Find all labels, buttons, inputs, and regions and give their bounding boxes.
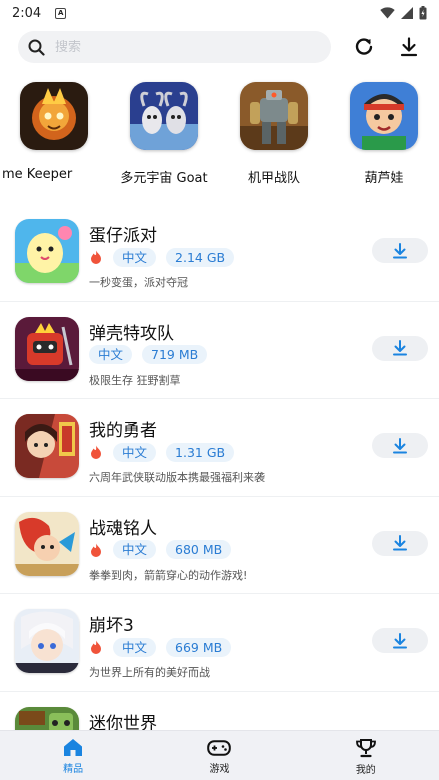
bottom-navigation: 精品 游戏 我的 (0, 730, 439, 780)
app-name: 战魂铭人 (89, 518, 157, 539)
home-icon (64, 739, 83, 756)
search-input[interactable] (55, 39, 295, 55)
download-manager-button[interactable] (394, 31, 425, 63)
mech-game-icon (240, 82, 308, 150)
featured-item-label: me Keeper (2, 167, 73, 182)
language-tag: 中文 (113, 540, 157, 559)
hero-game-icon (15, 414, 79, 478)
honkai-game-icon (15, 609, 79, 673)
download-button[interactable] (372, 433, 428, 458)
download-icon (393, 242, 407, 258)
download-icon (401, 37, 418, 57)
list-item[interactable]: 弹壳特攻队 中文 719 MB 极限生存 狂野割草 (0, 302, 439, 399)
featured-item[interactable]: 多元宇宙 Goat (109, 78, 219, 186)
download-button[interactable] (372, 238, 428, 263)
language-tag: 中文 (113, 637, 157, 657)
featured-item[interactable]: 葫芦娃 (329, 78, 439, 186)
size-tag: 1.31 GB (166, 442, 235, 462)
featured-item[interactable]: me Keeper (0, 78, 109, 182)
refresh-button[interactable] (348, 31, 379, 63)
search-box[interactable] (18, 31, 332, 63)
fire-icon (91, 640, 101, 654)
battery-icon (419, 6, 427, 20)
featured-carousel[interactable]: me Keeper 多元宇宙 Goat 机甲战队 葫芦娃 (0, 78, 439, 188)
nav-label: 游戏 (209, 763, 230, 775)
download-icon (393, 437, 407, 453)
gamepad-icon (207, 739, 232, 756)
list-item[interactable]: 崩坏3 中文 669 MB 为世界上所有的美好而战 (0, 594, 439, 692)
app-tags: 中文 669 MB (89, 637, 241, 657)
language-tag: 中文 (113, 247, 157, 267)
size-tag: 680 MB (166, 540, 232, 559)
goat-game-icon (130, 82, 198, 150)
download-button[interactable] (372, 530, 428, 556)
search-icon (28, 39, 45, 56)
featured-item[interactable]: 机甲战队 (219, 78, 329, 186)
size-tag: 719 MB (142, 345, 208, 364)
download-icon (393, 340, 407, 356)
nav-label: 我的 (355, 764, 376, 776)
wifi-icon (380, 7, 395, 19)
eggy-party-game-icon (15, 219, 79, 283)
featured-item-label: 葫芦娃 (364, 171, 404, 186)
status-time: 2:04 (12, 5, 42, 21)
flame-spirit-game-icon (20, 82, 88, 150)
app-name: 我的勇者 (89, 421, 157, 441)
download-icon (393, 632, 407, 648)
app-name: 弹壳特攻队 (89, 323, 174, 344)
app-tags: 中文 2.14 GB (89, 247, 244, 267)
featured-item-label: 机甲战队 (247, 171, 300, 186)
app-tags: 中文 680 MB (89, 540, 241, 560)
fire-icon (91, 250, 101, 264)
list-item[interactable]: 我的勇者 中文 1.31 GB 六周年武侠联动版本携最强福利来袭 (0, 399, 439, 497)
download-button[interactable] (372, 335, 428, 361)
nav-tab-mine[interactable]: 我的 (293, 731, 439, 780)
nav-tab-games[interactable]: 游戏 (146, 731, 292, 780)
app-description: 一秒变蛋，派对夺冠 (89, 276, 188, 289)
survivor-game-icon (15, 316, 79, 381)
nav-label: 精品 (63, 764, 84, 775)
app-tags: 中文 1.31 GB (89, 442, 244, 462)
size-tag: 2.14 GB (166, 247, 235, 267)
fire-icon (91, 445, 101, 459)
language-tag: 中文 (113, 442, 157, 462)
size-tag: 669 MB (166, 637, 232, 657)
download-icon (393, 535, 407, 551)
featured-item-label: 多元宇宙 Goat (120, 171, 208, 186)
soul-warrior-game-icon (15, 511, 79, 576)
fire-icon (91, 543, 101, 557)
app-name: 崩坏3 (89, 616, 134, 636)
status-icons (380, 6, 427, 20)
signal-icon (401, 7, 413, 19)
app-tags: 中文 719 MB (89, 345, 217, 365)
app-description: 六周年武侠联动版本携最强福利来袭 (89, 471, 265, 484)
status-bar: 2:04 A (0, 0, 439, 26)
app-description: 拳拳到肉，箭箭穿心的动作游戏! (89, 568, 248, 582)
calabash-brothers-game-icon (350, 82, 418, 150)
trophy-icon (355, 738, 376, 757)
a-notification-icon: A (55, 7, 67, 19)
refresh-icon (355, 38, 372, 55)
search-row (18, 30, 425, 64)
list-item[interactable]: 蛋仔派对 中文 2.14 GB 一秒变蛋，派对夺冠 (0, 204, 439, 302)
app-description: 为世界上所有的美好而战 (89, 666, 210, 679)
app-name: 蛋仔派对 (89, 226, 157, 246)
app-list: 蛋仔派对 中文 2.14 GB 一秒变蛋，派对夺冠 弹壳特攻队 中文 719 M… (0, 204, 439, 780)
download-button[interactable] (372, 628, 428, 653)
language-tag: 中文 (89, 345, 133, 364)
list-item[interactable]: 战魂铭人 中文 680 MB 拳拳到肉，箭箭穿心的动作游戏! (0, 497, 439, 594)
nav-tab-featured[interactable]: 精品 (0, 731, 146, 780)
app-description: 极限生存 狂野割草 (89, 373, 181, 387)
